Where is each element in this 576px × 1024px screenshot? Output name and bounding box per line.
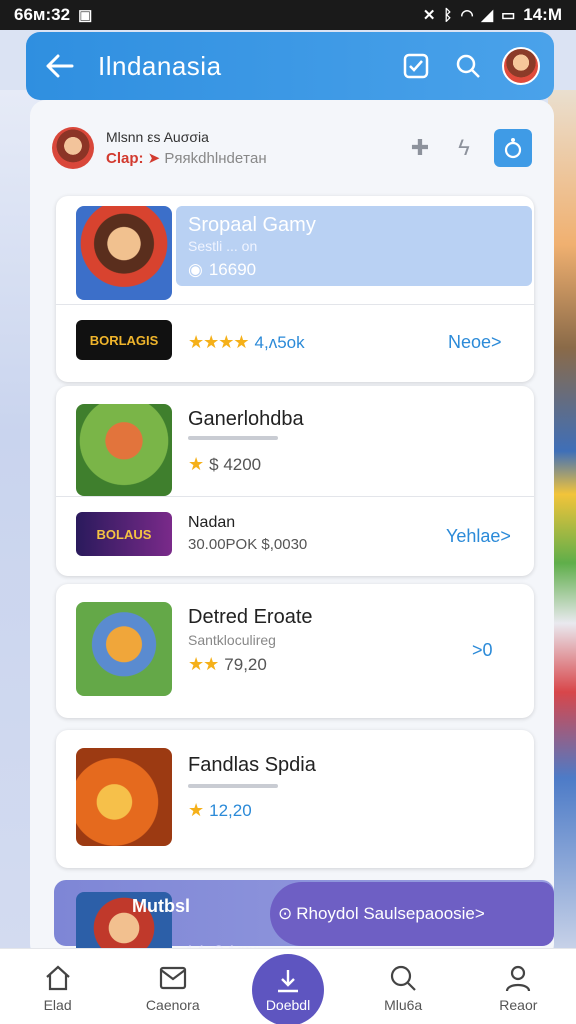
game-thumbnail[interactable]	[76, 748, 172, 846]
profile-subtitle: Clap: ➤ Pяяkdhlнdeтaн	[106, 149, 406, 167]
page-title: Ilndanasia	[98, 50, 222, 81]
game-rating: ★★★★ 4,ʌ5ok	[188, 332, 305, 353]
profile-avatar[interactable]	[52, 127, 94, 169]
accessibility-button[interactable]	[494, 129, 532, 167]
game-title: Fandlas Spdia	[188, 754, 316, 776]
avatar[interactable]	[502, 47, 540, 85]
progress-bar	[188, 784, 278, 788]
nav-item-profile[interactable]: Reaor	[468, 963, 568, 1013]
rating-value: 12,20	[209, 800, 252, 820]
game-meta: ◉ 16690	[188, 260, 256, 280]
promo-pill-label: Rhoydol Saulsepaoosie>	[296, 904, 485, 923]
game-rating: ★★ 79,20	[188, 654, 267, 675]
signal-icon: ◢	[481, 7, 494, 24]
game-rating: ★ $ 4200	[188, 454, 261, 475]
nav-label: Doebdl	[265, 997, 311, 1013]
game-meta-value: 16690	[208, 260, 257, 279]
status-time: 66м:32	[14, 5, 71, 24]
puzzle-icon[interactable]: ✚	[406, 134, 434, 162]
download-icon	[278, 970, 298, 993]
nav-item-download[interactable]: Doebdl	[252, 954, 324, 1024]
star-rating-icon: ★	[188, 800, 204, 820]
game-banner: BORLAGIS	[76, 320, 172, 360]
game-thumbnail[interactable]	[76, 602, 172, 696]
game-subtitle: Sestli ... on	[188, 238, 258, 254]
nav-label: Elad	[43, 997, 72, 1013]
star-rating-icon: ★★	[188, 654, 219, 674]
profile-row: Mlsnn εs Auσσia Clap: ➤ Pяяkdhlнdeтaн ✚ …	[52, 120, 532, 176]
game-thumbnail[interactable]	[76, 206, 172, 300]
home-icon	[45, 965, 70, 991]
status-bar: 66м:32 ▣ ✕ ᛒ ◠ ◢ ▭ 14:M	[0, 0, 576, 30]
rating-value: 79,20	[224, 654, 267, 674]
game-rating: ★ 12,20	[188, 800, 252, 821]
game-title: Sropaal Gamy	[188, 214, 316, 236]
app-bar: Ilndanasia	[26, 32, 554, 100]
nav-item-caenora[interactable]: Caenora	[123, 963, 223, 1013]
back-arrow-icon[interactable]	[40, 46, 80, 86]
lightning-icon[interactable]: ϟ	[450, 134, 478, 162]
wifi-icon: ◠	[460, 7, 474, 24]
battery-icon: ▭	[501, 7, 516, 24]
game-card-2[interactable]: Ganerlohdba ★ $ 4200 BOLAUS Nadan 30.00P…	[56, 386, 534, 576]
user-icon	[506, 965, 531, 992]
profile-tag: Clap:	[106, 150, 144, 167]
divider	[56, 304, 534, 305]
next-link[interactable]: >0	[472, 640, 493, 661]
game-card-4[interactable]: Fandlas Spdia ★ 12,20	[56, 730, 534, 868]
divider	[56, 496, 534, 497]
promo-title: Mutbsl	[132, 896, 190, 916]
game-card-3[interactable]: Detred Eroate Santkloculireg ★★ 79,20 >0	[56, 584, 534, 718]
mute-icon: ✕	[422, 7, 436, 24]
star-rating-icon: ★	[188, 454, 204, 474]
profile-name: Mlsnn εs Auσσia	[106, 129, 209, 145]
bluetooth-icon: ᛒ	[443, 6, 453, 24]
game-thumbnail[interactable]	[76, 404, 172, 496]
search-icon[interactable]	[448, 46, 488, 86]
nav-label: Mlu6a	[384, 997, 423, 1013]
promo-pill-button[interactable]: ⊙ Rhoydol Saulsepaoosie>	[270, 882, 554, 946]
mail-icon	[159, 966, 186, 990]
nav-label: Caenora	[145, 997, 200, 1013]
status-clock: 14:M	[523, 5, 562, 24]
search-icon: ⊙	[278, 904, 293, 923]
game-subtitle: Santkloculireg	[188, 632, 276, 648]
star-rating-icon: ★★★★	[188, 332, 250, 352]
game-title: Detred Eroate	[188, 606, 313, 628]
progress-bar	[188, 436, 278, 440]
game-title: Ganerlohdba	[188, 408, 304, 430]
next-link[interactable]: Yehlae>	[446, 526, 511, 547]
clock-icon: ◉	[188, 260, 203, 279]
rating-value: $ 4200	[209, 454, 262, 474]
nav-label: Reaor	[499, 997, 538, 1013]
nav-item-mlu6a[interactable]: Mlu6a	[353, 963, 453, 1013]
play-icon: ➤	[147, 150, 161, 167]
checklist-icon[interactable]	[396, 46, 436, 86]
search-heart-icon	[391, 965, 416, 991]
notification-icon: ▣	[78, 7, 93, 24]
rating-count: 4,ʌ5ok	[254, 332, 305, 352]
nav-item-home[interactable]: Elad	[8, 963, 108, 1013]
game-banner: BOLAUS	[76, 512, 172, 556]
sub-title: Nadan	[188, 514, 236, 531]
game-card-1[interactable]: Sropaal Gamy Sestli ... on ◉ 16690 BORLA…	[56, 196, 534, 382]
sub-meta: 30.00POK $,0030	[188, 536, 308, 553]
profile-sub-text: Pяяkdhlнdeтaн	[164, 150, 267, 167]
next-link[interactable]: Neoe>	[448, 332, 502, 353]
